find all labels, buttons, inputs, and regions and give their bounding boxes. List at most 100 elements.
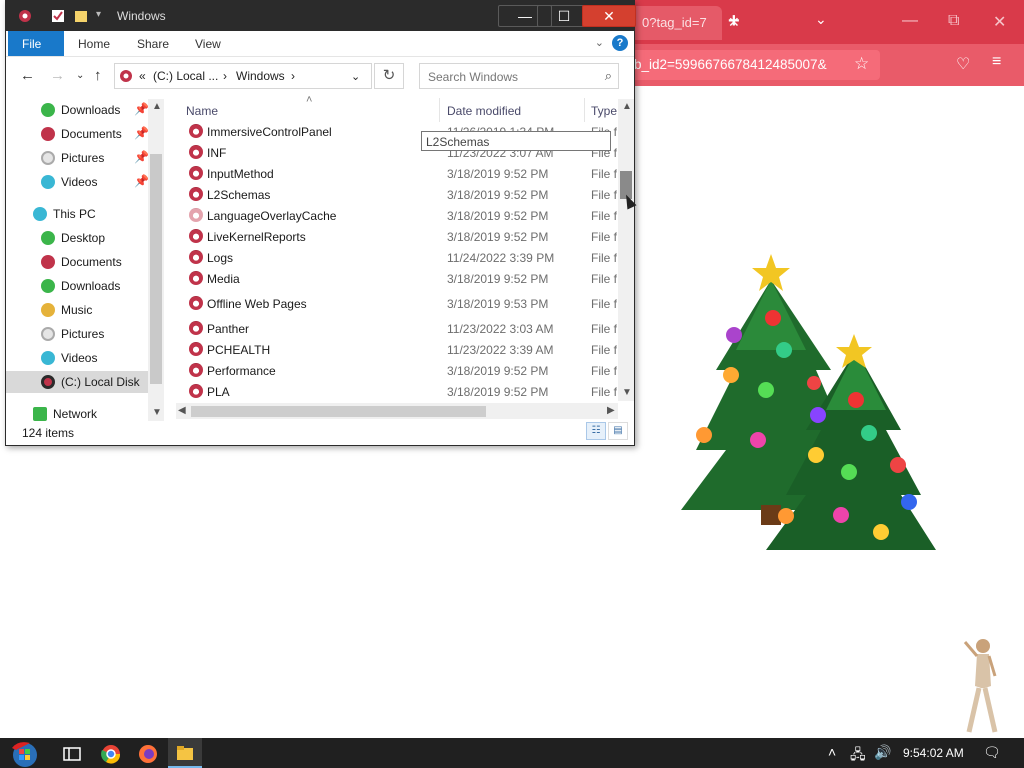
tab-view[interactable]: View bbox=[181, 31, 235, 56]
browser-close-button[interactable]: ✕ bbox=[993, 12, 1006, 32]
close-button[interactable]: ✕ bbox=[582, 5, 636, 27]
nav-item-this-pc[interactable]: This PC bbox=[6, 203, 164, 225]
file-row[interactable]: PCHEALTH 11/23/2022 3:39 AM File f bbox=[176, 339, 618, 360]
folder-icon bbox=[189, 342, 203, 356]
browser-restore-button[interactable]: ⧉ bbox=[948, 12, 959, 30]
tab-file[interactable]: File bbox=[8, 31, 64, 56]
breadcrumb-windows[interactable]: Windows bbox=[236, 69, 285, 83]
expand-ribbon-chevron-icon[interactable]: ⌄ bbox=[595, 36, 604, 49]
tab-list-chevron-icon[interactable]: ⌄ bbox=[815, 11, 827, 28]
nav-item-desktop[interactable]: Desktop bbox=[6, 227, 164, 249]
bookmark-star-icon[interactable]: ☆ bbox=[854, 54, 869, 74]
browser-minimize-button[interactable]: — bbox=[902, 12, 918, 30]
firefox-icon[interactable] bbox=[137, 743, 159, 765]
nav-item-pictures[interactable]: Pictures 📌 bbox=[6, 147, 164, 169]
volume-icon[interactable]: 🔊 bbox=[874, 744, 891, 761]
new-folder-quick-access-icon[interactable] bbox=[74, 9, 88, 23]
nav-item-music[interactable]: Music bbox=[6, 299, 164, 321]
column-divider[interactable] bbox=[439, 98, 440, 122]
new-tab-button[interactable]: + bbox=[728, 10, 740, 33]
breadcrumb-separator-icon[interactable]: › bbox=[291, 69, 295, 83]
nav-pane-scrollbar[interactable]: ▲ ▼ bbox=[148, 99, 164, 421]
back-arrow-icon[interactable]: ← bbox=[20, 67, 35, 84]
show-hidden-icons-chevron-icon[interactable]: ˄ bbox=[828, 744, 836, 760]
file-name: PCHEALTH bbox=[207, 343, 271, 357]
file-row[interactable]: InputMethod 3/18/2019 9:52 PM File f bbox=[176, 163, 618, 184]
pin-icon[interactable]: 📌 bbox=[134, 126, 149, 140]
file-date: 3/18/2019 9:52 PM bbox=[447, 167, 549, 181]
file-row[interactable]: Logs 11/24/2022 3:39 PM File f bbox=[176, 247, 618, 268]
file-row[interactable]: L2Schemas 3/18/2019 9:52 PM File f bbox=[176, 184, 618, 205]
nav-item-videos[interactable]: Videos bbox=[6, 347, 164, 369]
taskbar-clock[interactable]: 9:54:02 AM bbox=[903, 746, 964, 760]
column-divider[interactable] bbox=[584, 98, 585, 122]
file-row[interactable]: Offline Web Pages 3/18/2019 9:53 PM File… bbox=[176, 293, 618, 314]
pocket-icon[interactable]: ♡ bbox=[956, 54, 970, 74]
tab-share[interactable]: Share bbox=[123, 31, 183, 56]
scroll-right-arrow-icon[interactable]: ▶ bbox=[607, 405, 615, 416]
action-center-icon[interactable]: 🗨 bbox=[983, 744, 1001, 761]
nav-item-documents[interactable]: Documents 📌 bbox=[6, 123, 164, 145]
browser-tab[interactable]: 0?tag_id=7 ✕ bbox=[630, 6, 740, 40]
task-view-icon[interactable] bbox=[61, 743, 83, 765]
search-input[interactable]: Search Windows ⌕ bbox=[419, 63, 619, 89]
pin-icon[interactable]: 📌 bbox=[134, 150, 149, 164]
file-row[interactable]: Media 3/18/2019 9:52 PM File f bbox=[176, 268, 618, 289]
horizontal-scrollbar[interactable]: ◀ ▶ bbox=[176, 403, 618, 419]
details-view-icon[interactable]: ☷ bbox=[586, 422, 606, 440]
help-icon[interactable]: ? bbox=[612, 35, 628, 51]
refresh-button[interactable]: ↻ bbox=[374, 63, 404, 89]
recent-locations-chevron-icon[interactable]: ⌄ bbox=[76, 70, 84, 81]
address-dropdown-chevron-icon[interactable]: ⌄ bbox=[351, 70, 360, 83]
large-icons-view-icon[interactable]: ▤ bbox=[608, 422, 628, 440]
folder-icon bbox=[189, 384, 203, 398]
nav-item-documents[interactable]: Documents bbox=[6, 251, 164, 273]
nav-item-local-disk[interactable]: (C:) Local Disk bbox=[6, 371, 148, 393]
dancer-figure-decoration bbox=[963, 639, 998, 733]
scroll-up-arrow-icon[interactable]: ▲ bbox=[152, 101, 162, 112]
nav-item-downloads[interactable]: Downloads bbox=[6, 275, 164, 297]
scroll-left-arrow-icon[interactable]: ◀ bbox=[178, 405, 186, 416]
pin-icon[interactable]: 📌 bbox=[134, 174, 149, 188]
nav-item-videos[interactable]: Videos 📌 bbox=[6, 171, 164, 193]
pin-icon[interactable]: 📌 bbox=[134, 102, 149, 116]
file-row[interactable]: PLA 3/18/2019 9:52 PM File f bbox=[176, 381, 618, 401]
address-row: ← → ⌄ ↑ « (C:) Local ... › Windows › ⌄ ↻… bbox=[6, 58, 634, 94]
file-type: File f bbox=[591, 230, 618, 244]
file-explorer-taskbar-button[interactable] bbox=[168, 738, 202, 768]
breadcrumb-drive[interactable]: (C:) Local ... bbox=[153, 69, 218, 83]
browser-navbar: b_id2=5996676678412485007& ☆ ♡ ≡ bbox=[600, 44, 1024, 86]
file-row[interactable]: Panther 11/23/2022 3:03 AM File f bbox=[176, 318, 618, 339]
breadcrumb-overflow[interactable]: « bbox=[139, 69, 146, 83]
up-arrow-icon[interactable]: ↑ bbox=[94, 67, 102, 84]
network-icon[interactable]: 🖧 bbox=[850, 744, 866, 768]
scroll-down-arrow-icon[interactable]: ▼ bbox=[152, 407, 162, 418]
hamburger-menu-icon[interactable]: ≡ bbox=[992, 53, 1001, 71]
scroll-up-arrow-icon[interactable]: ▲ bbox=[622, 101, 632, 112]
address-bar[interactable]: « (C:) Local ... › Windows › ⌄ bbox=[114, 63, 372, 89]
tab-home[interactable]: Home bbox=[64, 31, 124, 56]
file-row[interactable]: Performance 3/18/2019 9:52 PM File f bbox=[176, 360, 618, 381]
breadcrumb-separator-icon[interactable]: › bbox=[223, 69, 227, 83]
column-header-name[interactable]: Name bbox=[186, 104, 218, 118]
start-button-icon[interactable] bbox=[8, 740, 42, 768]
file-type: File f bbox=[591, 209, 618, 223]
column-header-type[interactable]: Type bbox=[591, 104, 617, 118]
nav-item-pictures[interactable]: Pictures bbox=[6, 323, 164, 345]
scrollbar-thumb[interactable] bbox=[150, 154, 162, 384]
scroll-down-arrow-icon[interactable]: ▼ bbox=[622, 387, 632, 398]
url-bar[interactable]: b_id2=5996676678412485007& bbox=[620, 50, 880, 80]
quick-access-dropdown-icon[interactable]: ▾ bbox=[96, 9, 101, 20]
nav-item-network[interactable]: Network bbox=[6, 403, 164, 421]
chrome-icon[interactable] bbox=[100, 743, 122, 765]
nav-item-downloads[interactable]: Downloads 📌 bbox=[6, 99, 164, 121]
scrollbar-thumb[interactable] bbox=[191, 406, 486, 417]
properties-quick-access-icon[interactable] bbox=[51, 9, 65, 23]
file-list-scrollbar[interactable]: ▲ ▼ bbox=[618, 99, 634, 401]
file-row[interactable]: LiveKernelReports 3/18/2019 9:52 PM File… bbox=[176, 226, 618, 247]
documents-icon bbox=[41, 255, 55, 269]
nav-label: This PC bbox=[53, 207, 96, 221]
forward-arrow-icon[interactable]: → bbox=[50, 67, 65, 84]
file-row[interactable]: LanguageOverlayCache 3/18/2019 9:52 PM F… bbox=[176, 205, 618, 226]
column-header-date[interactable]: Date modified bbox=[447, 104, 521, 118]
